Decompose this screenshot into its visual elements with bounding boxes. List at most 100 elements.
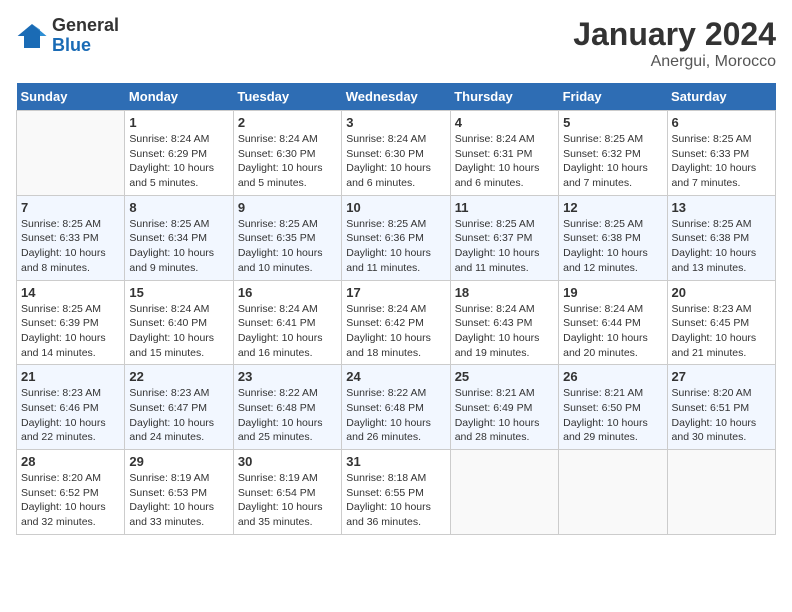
sunset-text: Sunset: 6:49 PM [455,401,554,416]
day-info: Sunrise: 8:22 AMSunset: 6:48 PMDaylight:… [346,386,445,445]
day-number: 3 [346,115,445,130]
day-info: Sunrise: 8:19 AMSunset: 6:54 PMDaylight:… [238,471,337,530]
sunset-text: Sunset: 6:36 PM [346,231,445,246]
daylight-text: Daylight: 10 hours and 35 minutes. [238,500,337,529]
day-number: 10 [346,200,445,215]
day-info: Sunrise: 8:18 AMSunset: 6:55 PMDaylight:… [346,471,445,530]
day-cell: 28Sunrise: 8:20 AMSunset: 6:52 PMDayligh… [17,450,125,535]
day-number: 14 [21,285,120,300]
sunset-text: Sunset: 6:31 PM [455,147,554,162]
sunset-text: Sunset: 6:48 PM [238,401,337,416]
daylight-text: Daylight: 10 hours and 18 minutes. [346,331,445,360]
day-number: 6 [672,115,771,130]
sunset-text: Sunset: 6:55 PM [346,486,445,501]
sunrise-text: Sunrise: 8:25 AM [672,132,771,147]
sunset-text: Sunset: 6:40 PM [129,316,228,331]
day-number: 25 [455,369,554,384]
day-cell: 21Sunrise: 8:23 AMSunset: 6:46 PMDayligh… [17,365,125,450]
sunrise-text: Sunrise: 8:25 AM [563,132,662,147]
day-number: 4 [455,115,554,130]
daylight-text: Daylight: 10 hours and 6 minutes. [455,161,554,190]
daylight-text: Daylight: 10 hours and 5 minutes. [238,161,337,190]
sunset-text: Sunset: 6:35 PM [238,231,337,246]
sunset-text: Sunset: 6:47 PM [129,401,228,416]
day-cell: 30Sunrise: 8:19 AMSunset: 6:54 PMDayligh… [233,450,341,535]
daylight-text: Daylight: 10 hours and 21 minutes. [672,331,771,360]
sunset-text: Sunset: 6:43 PM [455,316,554,331]
daylight-text: Daylight: 10 hours and 11 minutes. [346,246,445,275]
week-row-4: 21Sunrise: 8:23 AMSunset: 6:46 PMDayligh… [17,365,776,450]
sunset-text: Sunset: 6:38 PM [563,231,662,246]
day-info: Sunrise: 8:24 AMSunset: 6:42 PMDaylight:… [346,302,445,361]
day-info: Sunrise: 8:21 AMSunset: 6:49 PMDaylight:… [455,386,554,445]
day-header-wednesday: Wednesday [342,83,450,111]
sunset-text: Sunset: 6:48 PM [346,401,445,416]
logo-text: General Blue [52,16,119,56]
day-info: Sunrise: 8:25 AMSunset: 6:33 PMDaylight:… [21,217,120,276]
week-row-1: 1Sunrise: 8:24 AMSunset: 6:29 PMDaylight… [17,111,776,196]
day-number: 27 [672,369,771,384]
day-number: 17 [346,285,445,300]
week-row-2: 7Sunrise: 8:25 AMSunset: 6:33 PMDaylight… [17,195,776,280]
day-info: Sunrise: 8:24 AMSunset: 6:44 PMDaylight:… [563,302,662,361]
sunset-text: Sunset: 6:50 PM [563,401,662,416]
day-number: 20 [672,285,771,300]
day-header-thursday: Thursday [450,83,558,111]
logo-icon [16,20,48,52]
day-info: Sunrise: 8:25 AMSunset: 6:36 PMDaylight:… [346,217,445,276]
day-info: Sunrise: 8:25 AMSunset: 6:38 PMDaylight:… [672,217,771,276]
day-info: Sunrise: 8:20 AMSunset: 6:51 PMDaylight:… [672,386,771,445]
day-number: 13 [672,200,771,215]
day-cell: 23Sunrise: 8:22 AMSunset: 6:48 PMDayligh… [233,365,341,450]
sunset-text: Sunset: 6:38 PM [672,231,771,246]
sunset-text: Sunset: 6:54 PM [238,486,337,501]
daylight-text: Daylight: 10 hours and 25 minutes. [238,416,337,445]
sunset-text: Sunset: 6:29 PM [129,147,228,162]
sunset-text: Sunset: 6:46 PM [21,401,120,416]
days-header-row: SundayMondayTuesdayWednesdayThursdayFrid… [17,83,776,111]
sunrise-text: Sunrise: 8:23 AM [672,302,771,317]
day-header-tuesday: Tuesday [233,83,341,111]
day-cell: 17 Sunrise: 8:24 AMSunset: 6:42 PMDayligh… [342,280,450,365]
sunset-text: Sunset: 6:52 PM [21,486,120,501]
day-number: 26 [563,369,662,384]
day-info: Sunrise: 8:24 AMSunset: 6:30 PMDaylight:… [346,132,445,191]
day-info: Sunrise: 8:25 AMSunset: 6:35 PMDaylight:… [238,217,337,276]
day-cell: 22Sunrise: 8:23 AMSunset: 6:47 PMDayligh… [125,365,233,450]
daylight-text: Daylight: 10 hours and 6 minutes. [346,161,445,190]
sunrise-text: Sunrise: 8:24 AM [455,302,554,317]
day-number: 5 [563,115,662,130]
daylight-text: Daylight: 10 hours and 7 minutes. [563,161,662,190]
sunset-text: Sunset: 6:45 PM [672,316,771,331]
day-number: 7 [21,200,120,215]
sunrise-text: Sunrise: 8:18 AM [346,471,445,486]
sunrise-text: Sunrise: 8:23 AM [21,386,120,401]
day-cell: 24Sunrise: 8:22 AMSunset: 6:48 PMDayligh… [342,365,450,450]
daylight-text: Daylight: 10 hours and 11 minutes. [455,246,554,275]
day-info: Sunrise: 8:25 AMSunset: 6:33 PMDaylight:… [672,132,771,191]
daylight-text: Daylight: 10 hours and 7 minutes. [672,161,771,190]
sunset-text: Sunset: 6:30 PM [346,147,445,162]
sunset-text: Sunset: 6:42 PM [346,316,445,331]
day-cell: 4Sunrise: 8:24 AMSunset: 6:31 PMDaylight… [450,111,558,196]
daylight-text: Daylight: 10 hours and 28 minutes. [455,416,554,445]
day-cell: 26Sunrise: 8:21 AMSunset: 6:50 PMDayligh… [559,365,667,450]
sunrise-text: Sunrise: 8:24 AM [563,302,662,317]
day-cell: 18Sunrise: 8:24 AMSunset: 6:43 PMDayligh… [450,280,558,365]
sunrise-text: Sunrise: 8:20 AM [21,471,120,486]
day-info: Sunrise: 8:25 AMSunset: 6:37 PMDaylight:… [455,217,554,276]
day-header-monday: Monday [125,83,233,111]
day-cell [450,450,558,535]
sunset-text: Sunset: 6:33 PM [21,231,120,246]
sunrise-text: Sunrise: 8:24 AM [129,132,228,147]
sunset-text: Sunset: 6:39 PM [21,316,120,331]
day-number: 2 [238,115,337,130]
day-cell: 5Sunrise: 8:25 AMSunset: 6:32 PMDaylight… [559,111,667,196]
day-number: 9 [238,200,337,215]
day-number: 18 [455,285,554,300]
daylight-text: Daylight: 10 hours and 5 minutes. [129,161,228,190]
sunrise-text: Sunrise: 8:24 AM [346,302,445,317]
day-cell: 2Sunrise: 8:24 AMSunset: 6:30 PMDaylight… [233,111,341,196]
sunrise-text: Sunrise: 8:25 AM [346,217,445,232]
daylight-text: Daylight: 10 hours and 12 minutes. [563,246,662,275]
